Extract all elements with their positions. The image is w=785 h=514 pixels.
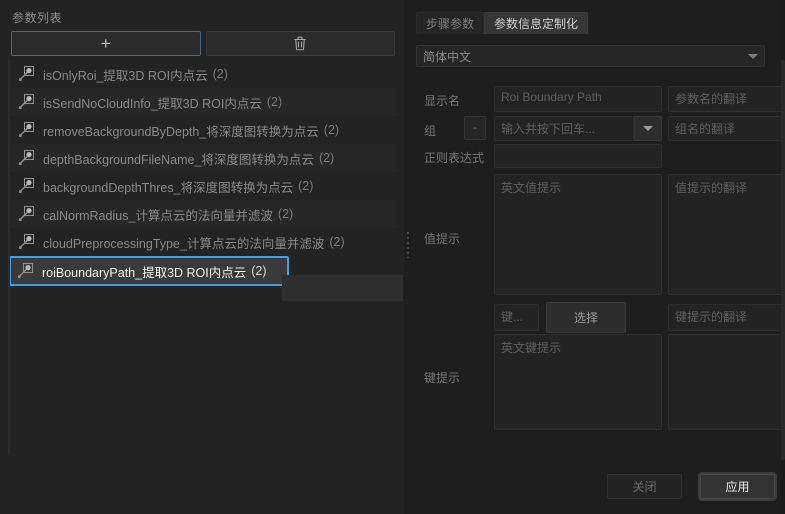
parameter-link-icon bbox=[18, 233, 36, 251]
dialog-footer: 关闭 应用 bbox=[412, 460, 785, 514]
list-item-label: calNormRadius_计算点云的法向量并滤波 bbox=[43, 208, 273, 223]
list-item[interactable]: isSendNoCloudInfo_提取3D ROI内点云 (2) bbox=[10, 88, 396, 116]
chevron-down-icon bbox=[643, 126, 653, 131]
group-remove-button[interactable]: - bbox=[464, 116, 486, 140]
key-hint-translation-input[interactable]: 键提示的翻译 bbox=[668, 304, 785, 331]
parameter-info-form: 显示名 Roi Boundary Path 参数名的翻译 组 - 输入并按下回车… bbox=[412, 78, 785, 458]
list-item-count: (2) bbox=[298, 179, 314, 193]
parameter-link-icon bbox=[18, 65, 36, 83]
trash-icon bbox=[293, 36, 307, 51]
group-label: 组 bbox=[424, 124, 437, 138]
language-select[interactable]: 简体中文 bbox=[416, 45, 765, 67]
details-panel: 步骤参数 参数信息定制化 简体中文 显示名 Roi Boundary Path … bbox=[412, 0, 785, 514]
list-item-label: isOnlyRoi_提取3D ROI内点云 bbox=[43, 68, 208, 83]
parameter-link-icon bbox=[18, 177, 36, 195]
list-item-label: roiBoundaryPath_提取3D ROI内点云 bbox=[42, 265, 247, 280]
value-hint-label: 值提示 bbox=[424, 232, 461, 246]
plus-icon: + bbox=[100, 34, 111, 53]
list-item-label: isSendNoCloudInfo_提取3D ROI内点云 bbox=[43, 96, 262, 111]
list-item-label: backgroundDepthThres_将深度图转换为点云 bbox=[43, 180, 294, 195]
parameter-link-icon bbox=[18, 121, 36, 139]
list-item-count: (2) bbox=[251, 264, 267, 278]
language-select-value: 简体中文 bbox=[423, 49, 472, 64]
parameter-list-panel: 参数列表 + isOnlyRoi_提取3D ROI内点云 (2) isSendNoC… bbox=[0, 0, 404, 514]
list-item-count: (2) bbox=[277, 207, 294, 221]
splitter-grip-icon bbox=[407, 232, 409, 258]
scrollbar-thumb[interactable] bbox=[781, 60, 785, 460]
param-name-translation-input[interactable]: 参数名的翻译 bbox=[668, 86, 785, 112]
list-item-count: (2) bbox=[266, 95, 283, 109]
delete-parameter-button[interactable] bbox=[205, 31, 395, 56]
apply-button[interactable]: 应用 bbox=[698, 472, 777, 501]
list-item[interactable]: calNormRadius_计算点云的法向量并滤波 (2) bbox=[10, 200, 396, 228]
list-item-count: (2) bbox=[318, 151, 335, 165]
regex-input[interactable] bbox=[494, 144, 662, 168]
key-hint-translation-textarea-lower[interactable] bbox=[668, 334, 785, 430]
list-item-label: depthBackgroundFileName_将深度图转换为点云 bbox=[43, 152, 314, 167]
add-parameter-button[interactable]: + bbox=[11, 31, 201, 56]
group-name-translation-input[interactable]: 组名的翻译 bbox=[668, 116, 785, 141]
group-input[interactable]: 输入并按下回车... bbox=[494, 116, 634, 141]
list-item[interactable]: isOnlyRoi_提取3D ROI内点云 (2) bbox=[10, 60, 396, 88]
list-item-label: removeBackgroundByDepth_将深度图转换为点云 bbox=[43, 124, 319, 139]
value-hint-en-textarea[interactable]: 英文值提示 bbox=[494, 174, 662, 295]
panel-splitter[interactable] bbox=[404, 0, 412, 514]
list-item[interactable]: removeBackgroundByDepth_将深度图转换为点云 (2) bbox=[10, 116, 396, 144]
group-dropdown-button[interactable] bbox=[634, 116, 662, 141]
list-item-label: cloudPreprocessingType_计算点云的法向量并滤波 bbox=[43, 236, 325, 251]
key-input[interactable]: 键... bbox=[494, 304, 539, 331]
tab-step-parameters-label: 步骤参数 bbox=[426, 17, 475, 31]
list-item-count: (2) bbox=[329, 235, 345, 249]
key-hint-label: 键提示 bbox=[424, 371, 461, 385]
parameter-link-icon bbox=[18, 149, 36, 167]
list-item[interactable]: cloudPreprocessingType_计算点云的法向量并滤波 (2) bbox=[10, 228, 396, 256]
list-item[interactable]: depthBackgroundFileName_将深度图转换为点云 (2) bbox=[10, 144, 396, 172]
key-hint-en-textarea[interactable]: 英文键提示 bbox=[494, 334, 662, 430]
value-hint-translation-textarea[interactable]: 值提示的翻译 bbox=[668, 174, 785, 295]
list-item[interactable]: roiBoundaryPath_提取3D ROI内点云 (2) bbox=[10, 256, 289, 286]
tab-parameter-info-customization[interactable]: 参数信息定制化 bbox=[484, 12, 589, 34]
list-item-count: (2) bbox=[212, 67, 228, 81]
details-tabbar: 步骤参数 参数信息定制化 bbox=[416, 11, 589, 34]
parameter-link-icon bbox=[18, 93, 36, 111]
parameter-list[interactable]: isOnlyRoi_提取3D ROI内点云 (2) isSendNoCloudInf… bbox=[8, 60, 396, 455]
select-button[interactable]: 选择 bbox=[546, 302, 626, 333]
chevron-down-icon bbox=[748, 53, 758, 59]
list-item[interactable]: backgroundDepthThres_将深度图转换为点云 (2) bbox=[10, 172, 396, 200]
selected-row-band bbox=[282, 275, 403, 301]
list-item-count: (2) bbox=[323, 123, 340, 137]
display-name-input[interactable]: Roi Boundary Path bbox=[494, 86, 662, 112]
regex-label: 正则表达式 bbox=[424, 151, 485, 165]
parameter-link-icon bbox=[18, 205, 36, 223]
display-name-label: 显示名 bbox=[424, 94, 461, 108]
parameter-list-title: 参数列表 bbox=[12, 11, 63, 25]
parameter-link-icon bbox=[17, 262, 35, 280]
tab-parameter-info-customization-label: 参数信息定制化 bbox=[494, 17, 579, 31]
parameter-list-toolbar: + bbox=[11, 31, 395, 56]
close-button[interactable]: 关闭 bbox=[607, 474, 682, 499]
vertical-scrollbar[interactable] bbox=[781, 0, 785, 514]
tab-step-parameters[interactable]: 步骤参数 bbox=[416, 12, 485, 34]
parameter-customization-dialog: 参数列表 + isOnlyRoi_提取3D ROI内点云 (2) isSendNoC… bbox=[0, 0, 785, 514]
